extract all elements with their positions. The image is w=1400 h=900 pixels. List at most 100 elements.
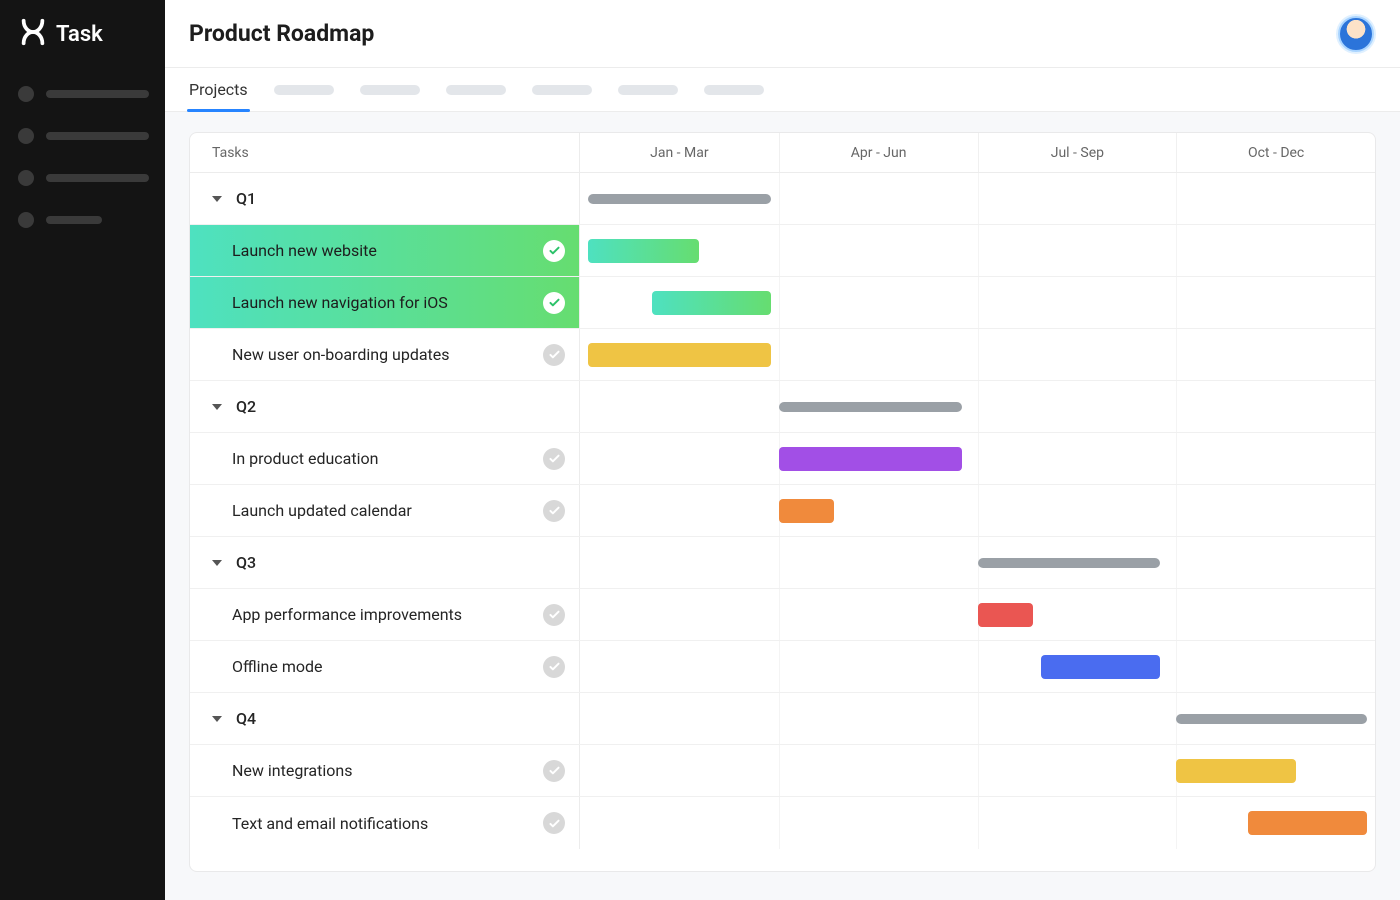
task-row: Offline mode [190, 641, 1375, 693]
group-label: Q4 [236, 709, 256, 728]
group-label: Q2 [236, 397, 256, 416]
task-row: In product education [190, 433, 1375, 485]
brand: Task [0, 0, 165, 68]
task-label: In product education [232, 449, 378, 468]
timeline-cell [580, 173, 1375, 224]
task-label: New user on-boarding updates [232, 345, 450, 364]
content: Tasks Jan - MarApr - JunJul - SepOct - D… [165, 112, 1400, 900]
task-cell[interactable]: Launch new website [190, 225, 580, 276]
gantt-bar[interactable] [1176, 759, 1295, 783]
task-cell[interactable]: Launch updated calendar [190, 485, 580, 536]
group-label: Q3 [236, 553, 256, 572]
gantt-body[interactable]: Q1 Launch new website Launch new navigatio… [190, 173, 1375, 871]
check-icon[interactable] [543, 812, 565, 834]
gantt-bar[interactable] [652, 291, 771, 315]
tab-placeholder[interactable] [618, 85, 678, 95]
timeline-cell [580, 381, 1375, 432]
timeline-cell [580, 797, 1375, 849]
tab-placeholder[interactable] [532, 85, 592, 95]
task-cell[interactable]: Launch new navigation for iOS [190, 277, 580, 328]
timeline-cell [580, 537, 1375, 588]
gantt-bar[interactable] [978, 603, 1034, 627]
group-toggle[interactable]: Q2 [190, 381, 580, 432]
sidebar-item-placeholder[interactable] [18, 86, 149, 102]
group-toggle[interactable]: Q1 [190, 173, 580, 224]
timeline-cell [580, 329, 1375, 380]
timeline-period: Jul - Sep [978, 133, 1177, 172]
gantt-bar[interactable] [1041, 655, 1160, 679]
timeline-cell [580, 745, 1375, 796]
gantt-bar[interactable] [588, 343, 771, 367]
gantt-bar[interactable] [588, 239, 699, 263]
task-cell[interactable]: New integrations [190, 745, 580, 796]
timeline-period: Jan - Mar [580, 133, 779, 172]
timeline-header: Jan - MarApr - JunJul - SepOct - Dec [580, 133, 1375, 172]
task-label: Launch new website [232, 241, 377, 260]
check-icon[interactable] [543, 344, 565, 366]
task-label: Launch updated calendar [232, 501, 412, 520]
tab-placeholder[interactable] [274, 85, 334, 95]
gantt-bar[interactable] [1248, 811, 1367, 835]
sidebar-item-placeholder[interactable] [18, 170, 149, 186]
page-title: Product Roadmap [189, 20, 374, 47]
timeline-cell [580, 485, 1375, 536]
gantt-bar[interactable] [1176, 714, 1367, 724]
group-label: Q1 [236, 189, 256, 208]
check-icon[interactable] [543, 760, 565, 782]
sidebar-item-placeholder[interactable] [18, 128, 149, 144]
task-cell[interactable]: Text and email notifications [190, 797, 580, 849]
task-cell[interactable]: New user on-boarding updates [190, 329, 580, 380]
timeline-period: Apr - Jun [779, 133, 978, 172]
task-label: Launch new navigation for iOS [232, 293, 448, 312]
check-icon[interactable] [543, 604, 565, 626]
group-row: Q2 [190, 381, 1375, 433]
gantt-header: Tasks Jan - MarApr - JunJul - SepOct - D… [190, 133, 1375, 173]
task-label: Text and email notifications [232, 814, 428, 833]
task-row: Text and email notifications [190, 797, 1375, 849]
task-row: App performance improvements [190, 589, 1375, 641]
gantt-bar[interactable] [779, 402, 962, 412]
caret-down-icon [212, 560, 222, 566]
task-row: Launch new navigation for iOS [190, 277, 1375, 329]
check-icon[interactable] [543, 448, 565, 470]
gantt-bar[interactable] [779, 447, 962, 471]
tab-placeholder[interactable] [446, 85, 506, 95]
caret-down-icon [212, 196, 222, 202]
group-row: Q3 [190, 537, 1375, 589]
task-row: Launch new website [190, 225, 1375, 277]
caret-down-icon [212, 716, 222, 722]
task-row: New user on-boarding updates [190, 329, 1375, 381]
brand-name: Task [56, 22, 103, 47]
task-row: Launch updated calendar [190, 485, 1375, 537]
sidebar-item-placeholder[interactable] [18, 212, 149, 228]
tab-projects[interactable]: Projects [189, 68, 248, 111]
task-cell[interactable]: App performance improvements [190, 589, 580, 640]
avatar[interactable] [1338, 16, 1374, 52]
group-toggle[interactable]: Q3 [190, 537, 580, 588]
tab-placeholder[interactable] [360, 85, 420, 95]
group-row: Q4 [190, 693, 1375, 745]
gantt-bar[interactable] [779, 499, 835, 523]
sidebar: Task [0, 0, 165, 900]
column-header-tasks: Tasks [190, 133, 580, 172]
main: Product Roadmap Projects Tasks Jan - Mar… [165, 0, 1400, 900]
check-done-icon[interactable] [543, 292, 565, 314]
check-done-icon[interactable] [543, 240, 565, 262]
task-row: New integrations [190, 745, 1375, 797]
gantt-bar[interactable] [978, 558, 1161, 568]
task-label: App performance improvements [232, 605, 462, 624]
timeline-cell [580, 641, 1375, 692]
tab-placeholder[interactable] [704, 85, 764, 95]
task-label: New integrations [232, 761, 352, 780]
logo-icon [18, 17, 48, 51]
task-cell[interactable]: Offline mode [190, 641, 580, 692]
check-icon[interactable] [543, 656, 565, 678]
task-cell[interactable]: In product education [190, 433, 580, 484]
timeline-cell [580, 433, 1375, 484]
group-row: Q1 [190, 173, 1375, 225]
group-toggle[interactable]: Q4 [190, 693, 580, 744]
gantt-bar[interactable] [588, 194, 771, 204]
sidebar-nav [0, 68, 165, 228]
tabstrip: Projects [165, 68, 1400, 112]
check-icon[interactable] [543, 500, 565, 522]
